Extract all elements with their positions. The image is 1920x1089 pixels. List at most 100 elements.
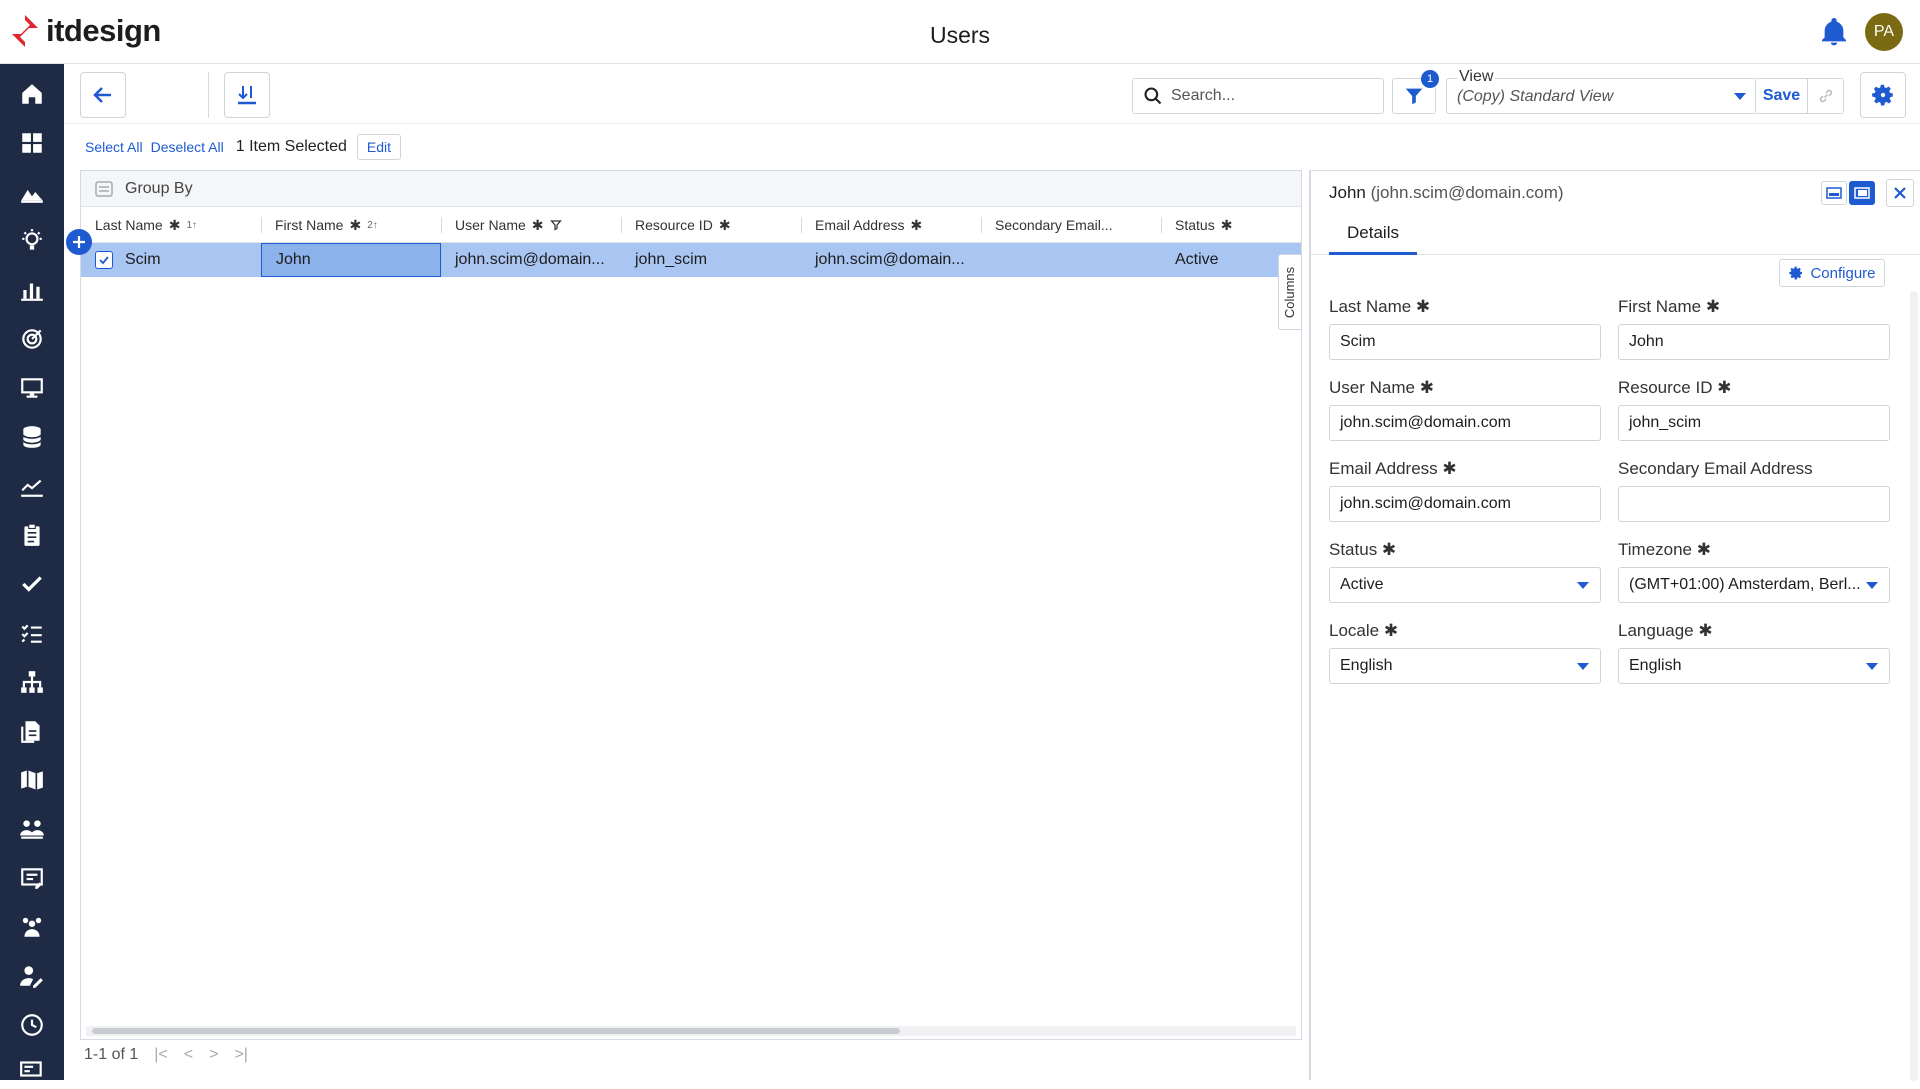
sidebar-target-icon[interactable] xyxy=(0,319,64,359)
cell-first-name[interactable]: John xyxy=(261,243,441,277)
secondary-email-field[interactable] xyxy=(1618,486,1890,522)
timezone-label: Timezone ✱ xyxy=(1618,540,1711,559)
filter-count-badge: 1 xyxy=(1421,70,1439,88)
sidebar-landscape-icon[interactable] xyxy=(0,172,64,212)
sidebar-monitor-icon[interactable] xyxy=(0,368,64,408)
sidebar-line-chart-icon[interactable] xyxy=(0,466,64,506)
timezone-select[interactable]: (GMT+01:00) Amsterdam, Berl... xyxy=(1618,567,1890,603)
column-header-secondary-email[interactable]: Secondary Email... xyxy=(981,207,1161,243)
status-label: Status ✱ xyxy=(1329,540,1397,559)
column-header-email-address[interactable]: Email Address ✱ xyxy=(801,207,981,243)
column-header-last-name[interactable]: Last Name ✱ 1↑ xyxy=(81,207,261,243)
sidebar-team-icon[interactable] xyxy=(0,809,64,849)
table-row[interactable]: Scim John john.scim@domain... john_scim … xyxy=(81,243,1301,277)
layout-bottom-button[interactable] xyxy=(1821,181,1847,205)
panel-layout-toggle xyxy=(1821,181,1875,205)
close-panel-button[interactable] xyxy=(1886,179,1914,207)
tab-details[interactable]: Details xyxy=(1329,213,1417,255)
horizontal-scrollbar[interactable] xyxy=(86,1026,1296,1036)
user-avatar[interactable]: PA xyxy=(1865,13,1903,51)
last-name-field[interactable]: Scim xyxy=(1329,324,1601,360)
sidebar-home-icon[interactable] xyxy=(0,74,64,114)
column-header-resource-id[interactable]: Resource ID ✱ xyxy=(621,207,801,243)
view-select[interactable]: View (Copy) Standard View xyxy=(1446,68,1756,114)
required-star-icon: ✱ xyxy=(168,216,181,233)
sidebar-user-edit-icon[interactable] xyxy=(0,956,64,996)
sidebar-clock-icon[interactable] xyxy=(0,1005,64,1045)
view-label: View xyxy=(1457,68,1496,86)
notification-bell-icon[interactable] xyxy=(1818,16,1850,48)
layout-bottom-icon xyxy=(1826,187,1842,199)
checkmark-icon xyxy=(99,256,109,265)
cell-resource-id[interactable]: john_scim xyxy=(621,243,801,277)
configure-button[interactable]: Configure xyxy=(1779,259,1885,287)
app-logo[interactable]: itdesign xyxy=(12,13,161,49)
panel-scrollbar[interactable] xyxy=(1910,291,1918,1081)
group-by-bar[interactable]: Group By xyxy=(81,171,1301,207)
share-link-button[interactable] xyxy=(1808,78,1844,114)
required-star-icon: ✱ xyxy=(1220,216,1233,233)
sidebar-map-icon[interactable] xyxy=(0,760,64,800)
column-header-first-name[interactable]: First Name ✱ 2↑ xyxy=(261,207,441,243)
link-icon xyxy=(1819,89,1832,103)
email-field[interactable]: john.scim@domain.com xyxy=(1329,486,1601,522)
chevron-down-icon xyxy=(1577,663,1589,670)
column-header-status[interactable]: Status ✱ xyxy=(1161,207,1301,243)
locale-select[interactable]: English xyxy=(1329,648,1601,684)
sidebar-documents-icon[interactable] xyxy=(0,711,64,751)
sidebar-check-icon[interactable] xyxy=(0,564,64,604)
sidebar-idea-icon[interactable] xyxy=(0,221,64,261)
resource-id-field[interactable]: john_scim xyxy=(1618,405,1890,441)
first-page-icon[interactable]: |< xyxy=(154,1046,168,1064)
selected-count: 1 Item Selected xyxy=(235,138,347,155)
cell-secondary-email[interactable] xyxy=(981,243,1161,277)
sidebar-dashboard-icon[interactable] xyxy=(0,123,64,163)
sidebar-bar-chart-icon[interactable] xyxy=(0,270,64,310)
required-star-icon: ✱ xyxy=(531,216,544,233)
group-by-label: Group By xyxy=(125,179,193,197)
prev-page-icon[interactable]: < xyxy=(184,1046,193,1064)
export-button[interactable] xyxy=(224,72,270,118)
select-all-link[interactable]: Select All xyxy=(85,139,143,155)
search-box[interactable] xyxy=(1132,78,1384,114)
sidebar-database-icon[interactable] xyxy=(0,417,64,457)
last-name-label: Last Name ✱ xyxy=(1329,297,1431,316)
next-page-icon[interactable]: > xyxy=(209,1046,218,1064)
toolbar-divider xyxy=(208,72,209,118)
search-input[interactable] xyxy=(1171,87,1371,105)
edit-button[interactable]: Edit xyxy=(356,134,402,160)
add-row-button[interactable] xyxy=(66,229,92,255)
settings-button[interactable] xyxy=(1860,72,1906,118)
sidebar-users-icon[interactable] xyxy=(0,907,64,947)
sidebar-form-icon[interactable] xyxy=(0,858,64,898)
sort-indicator: 1↑ xyxy=(186,219,197,231)
required-star-icon: ✱ xyxy=(718,216,731,233)
sidebar-clipboard-icon[interactable] xyxy=(0,515,64,555)
status-select[interactable]: Active xyxy=(1329,567,1601,603)
panel-title-email: (john.scim@domain.com) xyxy=(1370,183,1564,202)
scrollbar-thumb[interactable] xyxy=(92,1028,900,1034)
first-name-field[interactable]: John xyxy=(1618,324,1890,360)
users-grid: Group By Last Name ✱ 1↑ First Name ✱ 2↑ Us… xyxy=(80,170,1302,1040)
layout-side-icon xyxy=(1854,187,1870,199)
user-name-field[interactable]: john.scim@domain.com xyxy=(1329,405,1601,441)
language-select[interactable]: English xyxy=(1618,648,1890,684)
back-button[interactable] xyxy=(80,72,126,118)
sidebar-admin-icon[interactable] xyxy=(0,1049,64,1089)
cell-email[interactable]: john.scim@domain... xyxy=(801,243,981,277)
selection-bar: Select All Deselect All 1 Item Selected … xyxy=(64,132,402,162)
cell-user-name[interactable]: john.scim@domain... xyxy=(441,243,621,277)
deselect-all-link[interactable]: Deselect All xyxy=(151,139,224,155)
layout-side-button[interactable] xyxy=(1849,181,1875,205)
page-title: Users xyxy=(929,22,991,48)
save-view-button[interactable]: Save xyxy=(1756,78,1808,114)
column-header-user-name[interactable]: User Name ✱ xyxy=(441,207,621,243)
sidebar-checklist-icon[interactable] xyxy=(0,613,64,653)
cell-last-name[interactable]: Scim xyxy=(111,243,261,277)
filter-button[interactable]: 1 xyxy=(1392,70,1439,114)
pager-text: 1-1 of 1 xyxy=(84,1046,139,1063)
sidebar-hierarchy-icon[interactable] xyxy=(0,662,64,702)
last-page-icon[interactable]: >| xyxy=(234,1046,248,1064)
panel-tabs: Details xyxy=(1311,213,1920,255)
columns-tab[interactable]: Columns xyxy=(1278,254,1302,330)
